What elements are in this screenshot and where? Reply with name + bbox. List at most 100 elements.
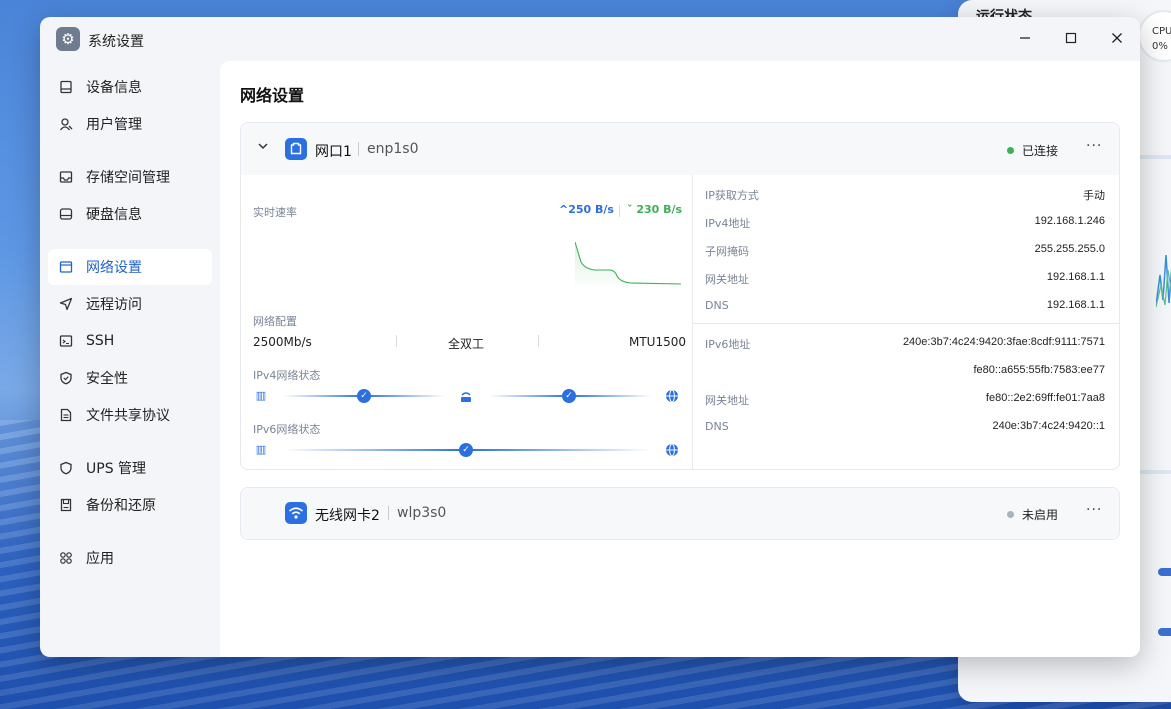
speed-sparkline [575,241,681,290]
ipv4-state-label: IPv4网络状态 [253,369,321,382]
arrow-down-icon: ˇ [627,203,633,216]
settings-window: ⚙ 系统设置 设备信息 用户管理 存储空间管理 硬盘信息 网络设置 远程访问 S… [40,17,1140,657]
network-card-wifi: 无线网卡2 wlp3s0 未启用 ··· [240,487,1120,540]
maximize-icon [1065,32,1077,44]
sidebar-item-label: 备份和还原 [86,498,156,514]
sidebar-item-label: UPS 管理 [86,461,147,477]
divider [538,335,539,347]
sidebar-item-label: SSH [86,333,115,349]
sidebar-item-label: 硬盘信息 [86,207,142,223]
more-options-button[interactable]: ··· [1086,138,1102,154]
sidebar-item-storage[interactable]: 存储空间管理 [48,159,212,195]
sidebar-item-label: 存储空间管理 [86,170,170,186]
status-badge: 已连接 [1007,142,1058,159]
status-text: 未启用 [1022,508,1059,522]
sidebar-item-label: 安全性 [86,371,128,387]
router-icon [459,389,473,403]
sidebar-item-apps[interactable]: 应用 [48,540,212,576]
ssh-icon [58,333,74,349]
nic-icon: ▥ [255,443,267,456]
download-speed: ˇ 230 B/s [627,203,683,216]
port-device: enp1s0 [358,142,418,156]
section-divider [693,323,1119,324]
check-icon: ✓ [357,389,371,403]
cpu-label: CPU [1152,26,1171,37]
maximize-button[interactable] [1057,27,1085,51]
main-panel: 网络设置 网口1 enp1s0 已连接 ··· 实时速率 ^250 B/s ˇ … [220,61,1140,657]
gear-icon: ⚙ [56,27,80,51]
sidebar-item-label: 应用 [86,551,114,567]
info-row: IP获取方式 手动 [705,189,1105,202]
sidebar-item-remote-access[interactable]: 远程访问 [48,286,212,322]
network-icon [58,259,74,275]
cpu-value: 0% [1152,41,1168,52]
wifi-name: 无线网卡2 [315,508,380,524]
info-row: 子网掩码 255.255.255.0 [705,243,1105,258]
sidebar-item-security[interactable]: 安全性 [48,360,212,396]
nic-icon: ▥ [255,389,267,402]
sidebar-item-label: 文件共享协议 [86,408,170,424]
status-dot [1007,511,1014,518]
info-row: fe80::a655:55fb:7583:ee77 [973,364,1105,376]
info-row: DNS 192.168.1.1 [705,299,1105,312]
sidebar-item-user-management[interactable]: 用户管理 [48,106,212,142]
sidebar-item-disk-info[interactable]: 硬盘信息 [48,196,212,232]
send-icon [58,296,74,312]
chevron-down-icon[interactable] [257,140,269,155]
mtu-value: MTU1500 [629,335,687,349]
info-row: IPv4地址 192.168.1.246 [705,215,1105,230]
file-icon [58,407,74,423]
info-row: IPv6地址 240e:3b7:4c24:9420:3fae:8cdf:9111:… [705,336,1105,351]
sidebar-item-device-info[interactable]: 设备信息 [48,69,212,105]
widget-bar [1158,628,1171,636]
ups-icon [58,460,74,476]
minimize-icon [1020,37,1030,39]
card-header[interactable]: 无线网卡2 wlp3s0 未启用 ··· [241,488,1119,539]
info-row: DNS 240e:3b7:4c24:9420::1 [705,420,1105,433]
shield-icon [58,370,74,386]
more-options-button[interactable]: ··· [1086,502,1102,518]
divider [396,335,397,347]
cpu-gauge: CPU 0% [1138,10,1171,62]
apps-icon [58,550,74,566]
sidebar-item-backup[interactable]: 备份和还原 [48,487,212,523]
info-row: 网关地址 fe80::2e2:69ff:fe01:7aa8 [705,392,1105,407]
upload-speed: ^250 B/s [559,203,614,216]
ipv6-state-label: IPv6网络状态 [253,423,321,436]
globe-icon [665,389,679,403]
arrow-up-icon: ^ [559,203,569,216]
status-dot [1007,147,1014,154]
sidebar-item-label: 远程访问 [86,297,142,313]
title-bar[interactable]: ⚙ 系统设置 [40,17,1140,61]
device-icon [58,79,74,95]
minimize-button[interactable] [1011,27,1039,51]
close-button[interactable] [1103,27,1131,51]
close-icon [1112,33,1122,43]
status-text: 已连接 [1022,144,1059,158]
wifi-icon [285,502,307,524]
card-header[interactable]: 网口1 enp1s0 已连接 ··· [241,123,1119,175]
sidebar: 设备信息 用户管理 存储空间管理 硬盘信息 网络设置 远程访问 SSH 安全性 [40,61,220,657]
sidebar-item-label: 用户管理 [86,117,142,133]
globe-icon [665,443,679,457]
status-badge: 未启用 [1007,506,1058,523]
widget-sparkline [1156,254,1171,308]
divider [619,205,620,217]
port-name: 网口1 [315,144,352,160]
window-title: 系统设置 [88,34,144,50]
page-title: 网络设置 [240,86,305,105]
ip-info-panel: IP获取方式 手动 IPv4地址 192.168.1.246 子网掩码 255.255… [693,175,1119,470]
sidebar-item-ups[interactable]: UPS 管理 [48,450,212,486]
check-icon: ✓ [562,389,576,403]
disk-icon [58,206,74,222]
duplex-mode: 全双工 [448,337,485,351]
ethernet-port-icon [285,138,307,160]
network-card-port1: 网口1 enp1s0 已连接 ··· 实时速率 ^250 B/s ˇ 230 B… [240,122,1120,470]
sidebar-item-ssh[interactable]: SSH [48,323,212,359]
sidebar-item-label: 设备信息 [86,80,142,96]
port-stats-panel: 实时速率 ^250 B/s ˇ 230 B/s 网络配置 2500Mb/s 全双… [241,175,693,470]
widget-bar [1158,568,1171,576]
sidebar-item-file-sharing[interactable]: 文件共享协议 [48,397,212,433]
sidebar-item-network-settings[interactable]: 网络设置 [48,249,212,285]
wifi-device: wlp3s0 [388,506,446,520]
